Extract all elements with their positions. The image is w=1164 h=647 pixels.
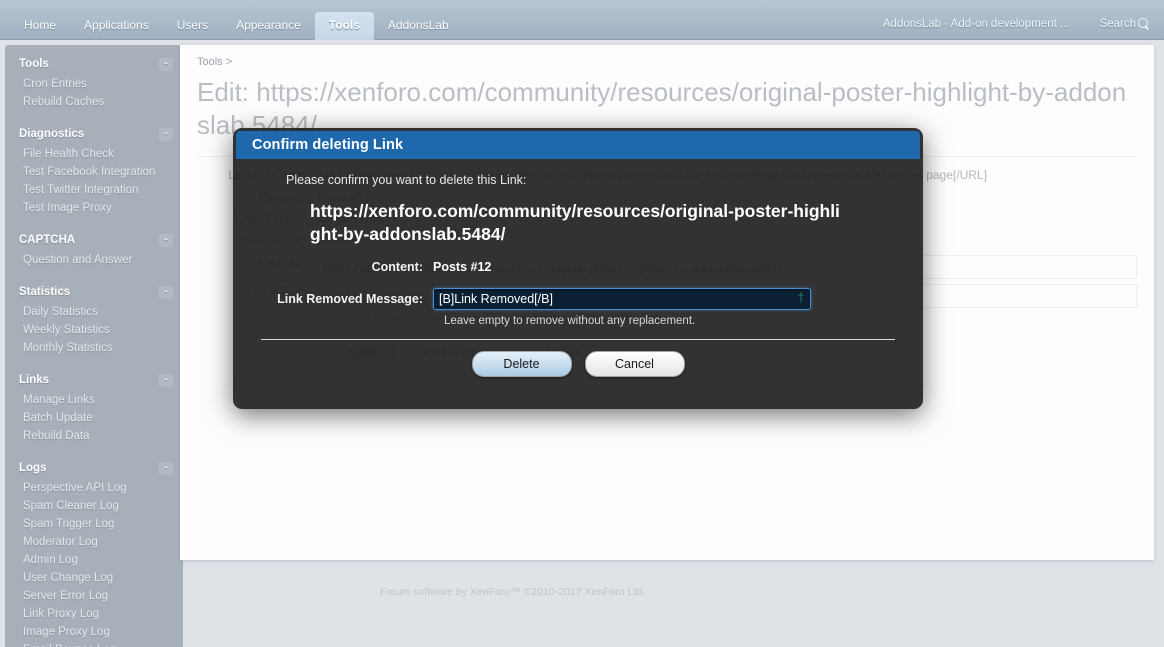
nav-tab-applications[interactable]: Applications (70, 12, 163, 40)
sidebar-item-test-image-proxy[interactable]: Test Image Proxy (5, 199, 183, 217)
dialog-divider (261, 339, 895, 340)
sidebar-group-spacer (5, 269, 183, 277)
dialog-message-label: Link Removed Message: (277, 292, 423, 306)
search-icon (1138, 18, 1150, 30)
sidebar-group-header-tools: Tools - (5, 51, 183, 75)
nav-right-group: AddonsLab - Add-on development ... Searc… (883, 18, 1150, 30)
sidebar-group-diagnostics: Diagnostics - File Health Check Test Facebo… (5, 121, 183, 225)
dialog-lead-text: Please confirm you want to delete this L… (286, 173, 527, 187)
sidebar-group-title: Diagnostics (19, 128, 85, 140)
dialog-content-value: Posts #12 (433, 260, 492, 274)
dialog-message-field-wrap: † (433, 288, 903, 310)
sidebar-item-perspective-api-log[interactable]: Perspective API Log (5, 479, 183, 497)
nav-user-label[interactable]: AddonsLab - Add-on development ... (883, 18, 1070, 30)
sidebar-item-user-change-log[interactable]: User Change Log (5, 569, 183, 587)
sidebar-group-title: Statistics (19, 286, 71, 298)
dialog-title: Confirm deleting Link (236, 131, 920, 159)
dialog-content-label: Content: (371, 260, 423, 274)
confirm-delete-dialog: Confirm deleting Link Please confirm you… (233, 128, 923, 409)
page-body: Tools - Cron Entries Rebuild Caches Diagnost… (0, 40, 1164, 647)
dialog-button-row: Delete Cancel (253, 351, 903, 377)
sidebar-item-cron-entries[interactable]: Cron Entries (5, 75, 183, 93)
sidebar-item-rebuild-caches[interactable]: Rebuild Caches (5, 93, 183, 111)
dialog-message-row: Link Removed Message: † (253, 288, 903, 310)
nav-search-label: Search (1099, 18, 1136, 30)
nav-tab-users[interactable]: Users (163, 12, 222, 40)
dialog-cancel-button[interactable]: Cancel (584, 351, 685, 377)
sidebar-group-statistics: Statistics - Daily Statistics Weekly Statis… (5, 279, 183, 365)
sidebar-group-spacer (5, 111, 183, 119)
sidebar-group-title: Logs (19, 462, 47, 474)
sidebar-item-batch-update[interactable]: Batch Update (5, 409, 183, 427)
nav-search-button[interactable]: Search (1100, 18, 1150, 30)
collapse-toggle-icon[interactable]: - (159, 374, 173, 387)
sidebar-item-test-facebook-integration[interactable]: Test Facebook Integration (5, 163, 183, 181)
top-navigation-bar: Home Applications Users Appearance Tools Addo… (0, 0, 1164, 40)
breadcrumb[interactable]: Tools > (180, 45, 1154, 68)
nav-tab-appearance[interactable]: Appearance (222, 12, 315, 40)
app-root: Home Applications Users Appearance Tools Addo… (0, 0, 1164, 647)
sidebar-item-moderator-log[interactable]: Moderator Log (5, 533, 183, 551)
sidebar-group-logs: Logs - Perspective API Log Spam Cleaner Log… (5, 455, 183, 647)
sidebar-item-monthly-statistics[interactable]: Monthly Statistics (5, 339, 183, 357)
page-footer: Forum software by XenForo™ ©2010-2017 Xe… (380, 586, 646, 598)
sidebar: Tools - Cron Entries Rebuild Caches Diagnost… (5, 45, 183, 647)
dialog-target-url: https://xenforo.com/community/resources/… (310, 201, 840, 244)
collapse-toggle-icon[interactable]: - (159, 286, 173, 299)
nav-tab-addonslab[interactable]: AddonsLab (374, 12, 463, 40)
sidebar-item-admin-log[interactable]: Admin Log (5, 551, 183, 569)
collapse-toggle-icon[interactable]: - (159, 128, 173, 141)
sidebar-item-weekly-statistics[interactable]: Weekly Statistics (5, 321, 183, 339)
dialog-body: Please confirm you want to delete this L… (233, 159, 923, 377)
nav-tab-list: Home Applications Users Appearance Tools Addo… (10, 10, 463, 40)
sidebar-group-header-diagnostics: Diagnostics - (5, 121, 183, 145)
collapse-toggle-icon[interactable]: - (159, 58, 173, 71)
dialog-content-row: Content: Posts #12 (253, 260, 903, 274)
sidebar-item-file-health-check[interactable]: File Health Check (5, 145, 183, 163)
sidebar-group-spacer (5, 445, 183, 453)
sidebar-group-header-statistics: Statistics - (5, 279, 183, 303)
sidebar-item-question-and-answer[interactable]: Question and Answer (5, 251, 183, 269)
sidebar-group-header-links: Links - (5, 367, 183, 391)
sidebar-item-link-proxy-log[interactable]: Link Proxy Log (5, 605, 183, 623)
sidebar-group-captcha: CAPTCHA - Question and Answer (5, 227, 183, 277)
sidebar-item-email-bounce-log[interactable]: Email Bounce Log (5, 641, 183, 647)
dialog-delete-button[interactable]: Delete (471, 351, 572, 377)
sidebar-group-header-captcha: CAPTCHA - (5, 227, 183, 251)
sidebar-item-server-error-log[interactable]: Server Error Log (5, 587, 183, 605)
nav-tab-tools[interactable]: Tools (314, 12, 374, 40)
link-removed-message-input[interactable] (433, 288, 811, 310)
nav-tab-home[interactable]: Home (10, 12, 70, 40)
collapse-toggle-icon[interactable]: - (159, 462, 173, 475)
sidebar-item-spam-cleaner-log[interactable]: Spam Cleaner Log (5, 497, 183, 515)
collapse-toggle-icon[interactable]: - (159, 234, 173, 247)
sidebar-item-test-twitter-integration[interactable]: Test Twitter Integration (5, 181, 183, 199)
sidebar-item-daily-statistics[interactable]: Daily Statistics (5, 303, 183, 321)
sidebar-group-title: Tools (19, 58, 49, 70)
sidebar-group-links: Links - Manage Links Batch Update Rebuild Da… (5, 367, 183, 453)
sidebar-group-title: Links (19, 374, 50, 386)
sidebar-item-manage-links[interactable]: Manage Links (5, 391, 183, 409)
sidebar-item-spam-trigger-log[interactable]: Spam Trigger Log (5, 515, 183, 533)
sidebar-item-image-proxy-log[interactable]: Image Proxy Log (5, 623, 183, 641)
sidebar-group-spacer (5, 217, 183, 225)
sidebar-group-header-logs: Logs - (5, 455, 183, 479)
sidebar-group-title: CAPTCHA (19, 234, 76, 246)
sidebar-item-rebuild-data[interactable]: Rebuild Data (5, 427, 183, 445)
sidebar-group-spacer (5, 357, 183, 365)
dialog-message-hint: Leave empty to remove without any replac… (444, 315, 696, 327)
sidebar-group-tools: Tools - Cron Entries Rebuild Caches (5, 51, 183, 119)
